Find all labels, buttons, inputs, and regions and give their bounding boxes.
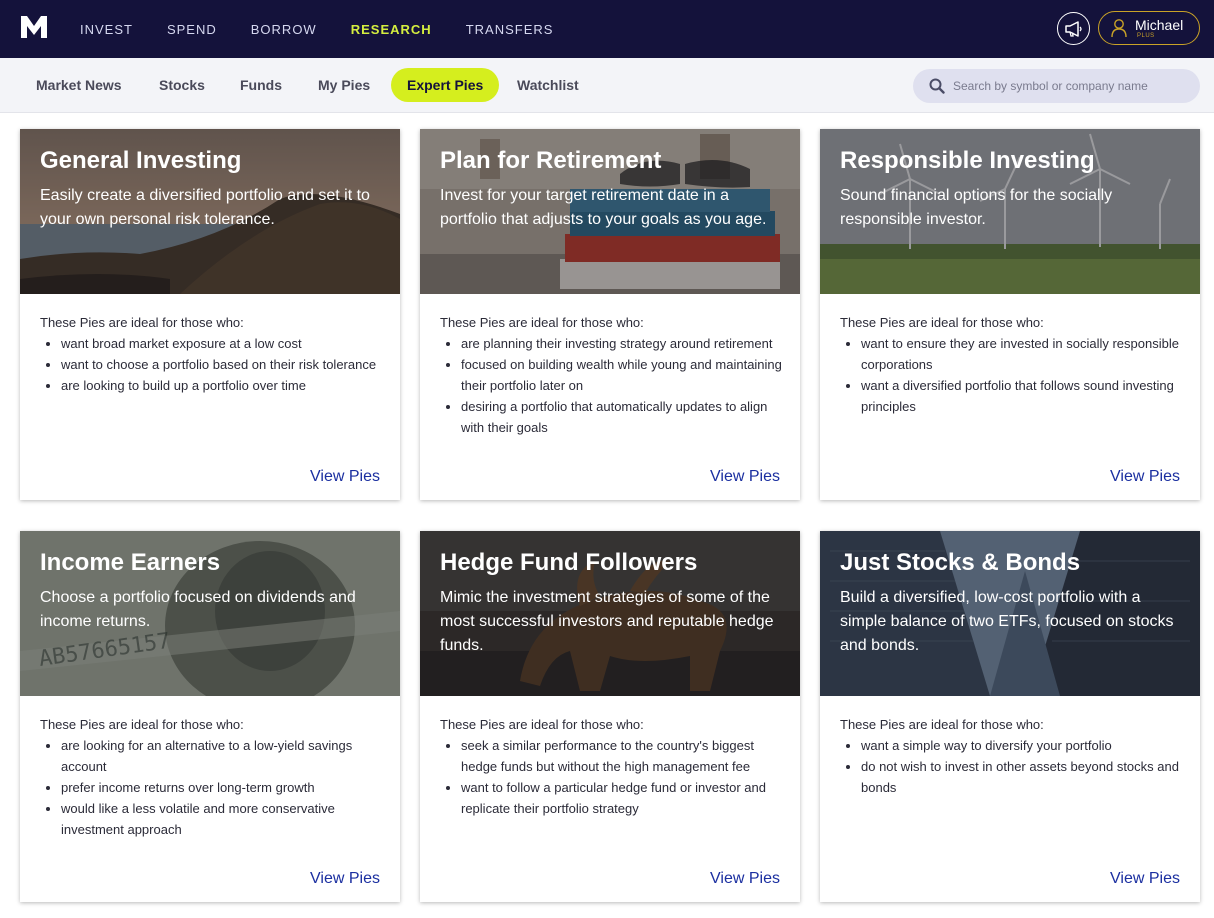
- card-hero: Plan for Retirement Invest for your targ…: [420, 129, 800, 294]
- card-description: Sound financial options for the socially…: [840, 187, 1113, 228]
- card-body: These Pies are ideal for those who: are …: [440, 312, 785, 438]
- bullet-item: want to choose a portfolio based on thei…: [61, 354, 385, 375]
- m1-logo-icon[interactable]: [20, 14, 48, 40]
- nav-spend[interactable]: SPEND: [167, 22, 217, 37]
- tab-funds[interactable]: Funds: [240, 68, 282, 102]
- view-pies-link[interactable]: View Pies: [1110, 870, 1180, 888]
- tab-stocks[interactable]: Stocks: [159, 68, 205, 102]
- megaphone-icon: [1064, 20, 1082, 37]
- bullet-item: are planning their investing strategy ar…: [461, 333, 785, 354]
- main-nav: INVEST SPEND BORROW RESEARCH TRANSFERS: [80, 0, 587, 58]
- card-intro: These Pies are ideal for those who:: [40, 717, 244, 732]
- card-intro: These Pies are ideal for those who:: [840, 315, 1044, 330]
- card-body: These Pies are ideal for those who: want…: [40, 312, 385, 396]
- view-pies-link[interactable]: View Pies: [710, 870, 780, 888]
- user-icon: [1111, 19, 1127, 38]
- card-body: These Pies are ideal for those who: want…: [840, 714, 1185, 798]
- card-bullets: want to ensure they are invested in soci…: [861, 333, 1185, 417]
- card-bullets: seek a similar performance to the countr…: [461, 735, 785, 819]
- bullet-item: focused on building wealth while young a…: [461, 354, 785, 396]
- view-pies-link[interactable]: View Pies: [710, 468, 780, 486]
- view-pies-link[interactable]: View Pies: [310, 468, 380, 486]
- expert-pie-card: Plan for Retirement Invest for your targ…: [420, 129, 800, 500]
- card-hero: Just Stocks & Bonds Build a diversified,…: [820, 531, 1200, 696]
- search-icon: [929, 78, 945, 94]
- card-title: Responsible Investing: [840, 147, 1095, 174]
- bullet-item: want a diversified portfolio that follow…: [861, 375, 1185, 417]
- card-bullets: want broad market exposure at a low cost…: [61, 333, 385, 396]
- card-description: Invest for your target retirement date i…: [440, 187, 767, 228]
- bullet-item: do not wish to invest in other assets be…: [861, 756, 1185, 798]
- bullet-item: would like a less volatile and more cons…: [61, 798, 385, 840]
- card-body: These Pies are ideal for those who: are …: [40, 714, 385, 840]
- card-title: Just Stocks & Bonds: [840, 549, 1081, 576]
- nav-invest[interactable]: INVEST: [80, 22, 133, 37]
- card-intro: These Pies are ideal for those who:: [440, 717, 644, 732]
- research-subnav: Market News Stocks Funds My Pies Expert …: [0, 58, 1214, 113]
- card-title: General Investing: [40, 147, 242, 174]
- membership-tier: PLUS: [1137, 33, 1155, 39]
- bullet-item: are looking to build up a portfolio over…: [61, 375, 385, 396]
- tab-my-pies[interactable]: My Pies: [318, 68, 370, 102]
- bullet-item: seek a similar performance to the countr…: [461, 735, 785, 777]
- nav-research[interactable]: RESEARCH: [351, 22, 432, 37]
- bullet-item: want a simple way to diversify your port…: [861, 735, 1185, 756]
- card-title: Plan for Retirement: [440, 147, 662, 174]
- card-title: Income Earners: [40, 549, 221, 576]
- expert-pie-card: Hedge Fund Followers Mimic the investmen…: [420, 531, 800, 902]
- card-description: Mimic the investment strategies of some …: [440, 589, 774, 654]
- top-navbar: INVEST SPEND BORROW RESEARCH TRANSFERS M…: [0, 0, 1214, 58]
- view-pies-link[interactable]: View Pies: [1110, 468, 1180, 486]
- bullet-item: want broad market exposure at a low cost: [61, 333, 385, 354]
- search-input[interactable]: [953, 79, 1193, 93]
- bullet-item: desiring a portfolio that automatically …: [461, 396, 785, 438]
- expert-pie-card: AB57665157 Income Earners Choose a portf…: [20, 531, 400, 902]
- announcements-button[interactable]: [1057, 12, 1090, 45]
- search-bar[interactable]: [913, 69, 1200, 103]
- card-bullets: want a simple way to diversify your port…: [861, 735, 1185, 798]
- nav-borrow[interactable]: BORROW: [251, 22, 317, 37]
- nav-transfers[interactable]: TRANSFERS: [466, 22, 554, 37]
- card-description: Choose a portfolio focused on dividends …: [40, 589, 356, 630]
- card-body: These Pies are ideal for those who: want…: [840, 312, 1185, 417]
- card-description: Easily create a diversified portfolio an…: [40, 187, 370, 228]
- bullet-item: want to follow a particular hedge fund o…: [461, 777, 785, 819]
- bullet-item: prefer income returns over long-term gro…: [61, 777, 385, 798]
- user-account-button[interactable]: Michael PLUS: [1098, 11, 1200, 45]
- bullet-item: want to ensure they are invested in soci…: [861, 333, 1185, 375]
- card-intro: These Pies are ideal for those who:: [40, 315, 244, 330]
- card-hero: General Investing Easily create a divers…: [20, 129, 400, 294]
- tab-expert-pies[interactable]: Expert Pies: [391, 68, 500, 102]
- card-hero: AB57665157 Income Earners Choose a portf…: [20, 531, 400, 696]
- card-description: Build a diversified, low-cost portfolio …: [840, 589, 1174, 654]
- card-hero: Hedge Fund Followers Mimic the investmen…: [420, 531, 800, 696]
- card-body: These Pies are ideal for those who: seek…: [440, 714, 785, 819]
- card-title: Hedge Fund Followers: [440, 549, 698, 576]
- user-name: Michael: [1135, 17, 1184, 33]
- bullet-item: are looking for an alternative to a low-…: [61, 735, 385, 777]
- expert-pie-card: General Investing Easily create a divers…: [20, 129, 400, 500]
- tab-market-news[interactable]: Market News: [36, 68, 122, 102]
- card-intro: These Pies are ideal for those who:: [840, 717, 1044, 732]
- expert-pie-card: Just Stocks & Bonds Build a diversified,…: [820, 531, 1200, 902]
- card-hero: Responsible Investing Sound financial op…: [820, 129, 1200, 294]
- tab-watchlist[interactable]: Watchlist: [517, 68, 579, 102]
- view-pies-link[interactable]: View Pies: [310, 870, 380, 888]
- card-bullets: are looking for an alternative to a low-…: [61, 735, 385, 840]
- expert-pie-card: Responsible Investing Sound financial op…: [820, 129, 1200, 500]
- card-intro: These Pies are ideal for those who:: [440, 315, 644, 330]
- card-bullets: are planning their investing strategy ar…: [461, 333, 785, 438]
